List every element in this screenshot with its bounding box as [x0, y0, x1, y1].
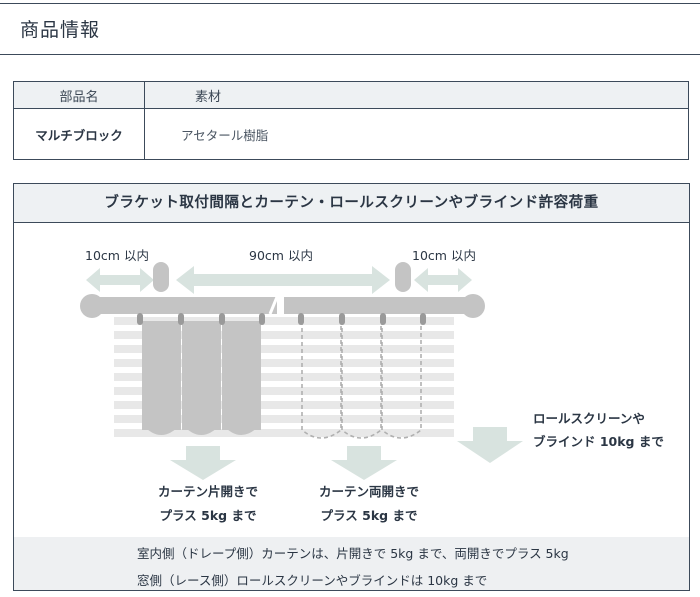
spacing-middle-label: 90cm 以内: [249, 248, 313, 263]
cell-part-name: マルチブロック: [13, 108, 145, 160]
label-single-line2: プラス 5kg まで: [160, 508, 257, 523]
spacing-left-arrow: [86, 268, 154, 292]
label-blind-line1: ロールスクリーンや: [533, 411, 645, 426]
label-double-line1: カーテン両開きで: [319, 484, 419, 499]
load-arrow-single: [170, 446, 236, 480]
col-header-part: 部品名: [13, 81, 145, 109]
label-double-line2: プラス 5kg まで: [321, 508, 418, 523]
page-title: 商品情報: [20, 19, 101, 41]
load-notes: 室内側（ドレープ側）カーテンは、片開きで 5kg まで、両開きでプラス 5kg …: [14, 537, 689, 590]
spec-table-header: 部品名 素材: [13, 81, 689, 109]
label-blind-line2: ブラインド 10kg まで: [533, 434, 664, 449]
load-diagram-panel: ブラケット取付間隔とカーテン・ロールスクリーンやブラインド許容荷重 10cm 以…: [13, 183, 690, 591]
page-header: 商品情報: [0, 3, 700, 55]
bracket-right: [395, 262, 411, 292]
note-drape: 室内側（ドレープ側）カーテンは、片開きで 5kg まで、両開きでプラス 5kg: [137, 546, 569, 561]
spacing-middle-arrow: [176, 266, 390, 294]
label-single-line1: カーテン片開きで: [158, 484, 258, 499]
bracket-left: [153, 262, 169, 292]
spec-table: 部品名 素材 マルチブロック アセタール樹脂: [13, 81, 689, 160]
col-header-material: 素材: [144, 81, 689, 109]
note-blind: 窓側（レース側）ロールスクリーンやブラインドは 10kg まで: [137, 573, 488, 588]
load-arrow-double: [331, 446, 397, 480]
spacing-right-arrow: [414, 268, 472, 292]
spacing-left-label: 10cm 以内: [85, 248, 149, 263]
table-row: マルチブロック アセタール樹脂: [13, 108, 689, 160]
load-arrow-blind: [457, 427, 523, 463]
cell-material: アセタール樹脂: [144, 108, 689, 160]
bracket-diagram: 10cm 以内 90cm 以内 10cm 以内 カーテン片開きで プラス 5kg…: [80, 248, 664, 523]
spacing-right-label: 10cm 以内: [412, 248, 476, 263]
drape-curtain: [142, 321, 261, 435]
